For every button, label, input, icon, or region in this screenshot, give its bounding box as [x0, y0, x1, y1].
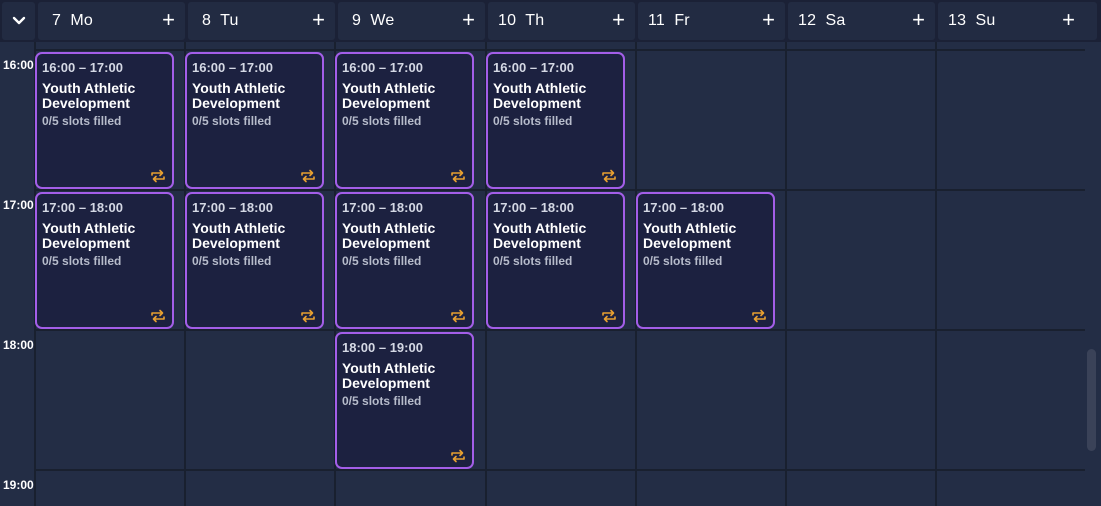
repeat-icon [451, 309, 465, 323]
add-event-button[interactable]: + [462, 9, 475, 31]
event-title: Youth Athletic Development [42, 80, 136, 111]
repeat-icon [602, 169, 616, 183]
event-title: Youth Athletic Development [643, 220, 737, 251]
event-title: Youth Athletic Development [342, 80, 436, 111]
column-divider [785, 42, 787, 506]
event-card[interactable]: 16:00 – 17:00 Youth Athletic Development… [486, 52, 625, 189]
event-card[interactable]: 17:00 – 18:00 Youth Athletic Development… [636, 192, 775, 329]
event-time: 18:00 – 19:00 [342, 340, 423, 355]
repeat-icon [151, 309, 165, 323]
event-time: 16:00 – 17:00 [42, 60, 123, 75]
repeat-icon [451, 169, 465, 183]
day-header-label: 11 Fr [648, 12, 690, 29]
add-event-button[interactable]: + [612, 9, 625, 31]
time-label: 16:00 [3, 58, 34, 72]
event-time: 17:00 – 18:00 [192, 200, 273, 215]
event-card[interactable]: 16:00 – 17:00 Youth Athletic Development… [185, 52, 324, 189]
add-event-button[interactable]: + [1062, 9, 1075, 31]
day-header-7: 13 Su + [938, 2, 1097, 40]
event-slots: 0/5 slots filled [493, 254, 573, 268]
event-slots: 0/5 slots filled [42, 254, 122, 268]
day-header-label: 10 Th [498, 12, 545, 29]
event-card[interactable]: 17:00 – 18:00 Youth Athletic Development… [185, 192, 324, 329]
day-header-label: 12 Sa [798, 12, 846, 29]
event-slots: 0/5 slots filled [643, 254, 723, 268]
add-event-button[interactable]: + [762, 9, 775, 31]
day-header-3: 9 We + [338, 2, 485, 40]
add-event-button[interactable]: + [312, 9, 325, 31]
event-card[interactable]: 17:00 – 18:00 Youth Athletic Development… [486, 192, 625, 329]
event-card[interactable]: 17:00 – 18:00 Youth Athletic Development… [35, 192, 174, 329]
time-label: 18:00 [3, 338, 34, 352]
add-event-button[interactable]: + [162, 9, 175, 31]
event-title: Youth Athletic Development [192, 220, 286, 251]
event-card[interactable]: 17:00 – 18:00 Youth Athletic Development… [335, 192, 474, 329]
repeat-icon [602, 309, 616, 323]
event-slots: 0/5 slots filled [192, 254, 272, 268]
event-time: 17:00 – 18:00 [342, 200, 423, 215]
event-slots: 0/5 slots filled [493, 114, 573, 128]
hour-line [36, 49, 1085, 51]
repeat-icon [301, 169, 315, 183]
hour-line [36, 469, 1085, 471]
repeat-icon [301, 309, 315, 323]
day-header-label: 13 Su [948, 12, 996, 29]
event-time: 17:00 – 18:00 [643, 200, 724, 215]
chevron-down-icon [12, 16, 25, 25]
day-header-4: 10 Th + [488, 2, 635, 40]
event-title: Youth Athletic Development [342, 220, 436, 251]
event-time: 16:00 – 17:00 [493, 60, 574, 75]
event-slots: 0/5 slots filled [342, 254, 422, 268]
event-time: 16:00 – 17:00 [192, 60, 273, 75]
day-header-label: 9 We [352, 12, 395, 29]
day-header-6: 12 Sa + [788, 2, 935, 40]
time-label: 19:00 [3, 478, 34, 492]
day-header-1: 7 Mo + [38, 2, 185, 40]
event-time: 17:00 – 18:00 [42, 200, 123, 215]
event-title: Youth Athletic Development [342, 360, 436, 391]
event-time: 17:00 – 18:00 [493, 200, 574, 215]
event-slots: 0/5 slots filled [192, 114, 272, 128]
event-slots: 0/5 slots filled [42, 114, 122, 128]
day-header-2: 8 Tu + [188, 2, 335, 40]
event-card[interactable]: 18:00 – 19:00 Youth Athletic Development… [335, 332, 474, 469]
event-slots: 0/5 slots filled [342, 114, 422, 128]
event-title: Youth Athletic Development [42, 220, 136, 251]
calendar-header: 7 Mo + 8 Tu + 9 We + 10 Th + 11 Fr + 12 … [0, 0, 1101, 42]
day-header-5: 11 Fr + [638, 2, 785, 40]
hour-line [36, 329, 1085, 331]
day-header-label: 8 Tu [202, 12, 239, 29]
event-card[interactable]: 16:00 – 17:00 Youth Athletic Development… [35, 52, 174, 189]
column-divider [935, 42, 937, 506]
event-slots: 0/5 slots filled [342, 394, 422, 408]
event-title: Youth Athletic Development [192, 80, 286, 111]
repeat-icon [151, 169, 165, 183]
collapse-button[interactable] [2, 2, 35, 40]
event-card[interactable]: 16:00 – 17:00 Youth Athletic Development… [335, 52, 474, 189]
vertical-scrollbar[interactable] [1087, 349, 1096, 451]
repeat-icon [752, 309, 766, 323]
event-title: Youth Athletic Development [493, 80, 587, 111]
hour-line [36, 189, 1085, 191]
time-label: 17:00 [3, 198, 34, 212]
event-time: 16:00 – 17:00 [342, 60, 423, 75]
repeat-icon [451, 449, 465, 463]
add-event-button[interactable]: + [912, 9, 925, 31]
event-title: Youth Athletic Development [493, 220, 587, 251]
day-header-label: 7 Mo [52, 12, 94, 29]
